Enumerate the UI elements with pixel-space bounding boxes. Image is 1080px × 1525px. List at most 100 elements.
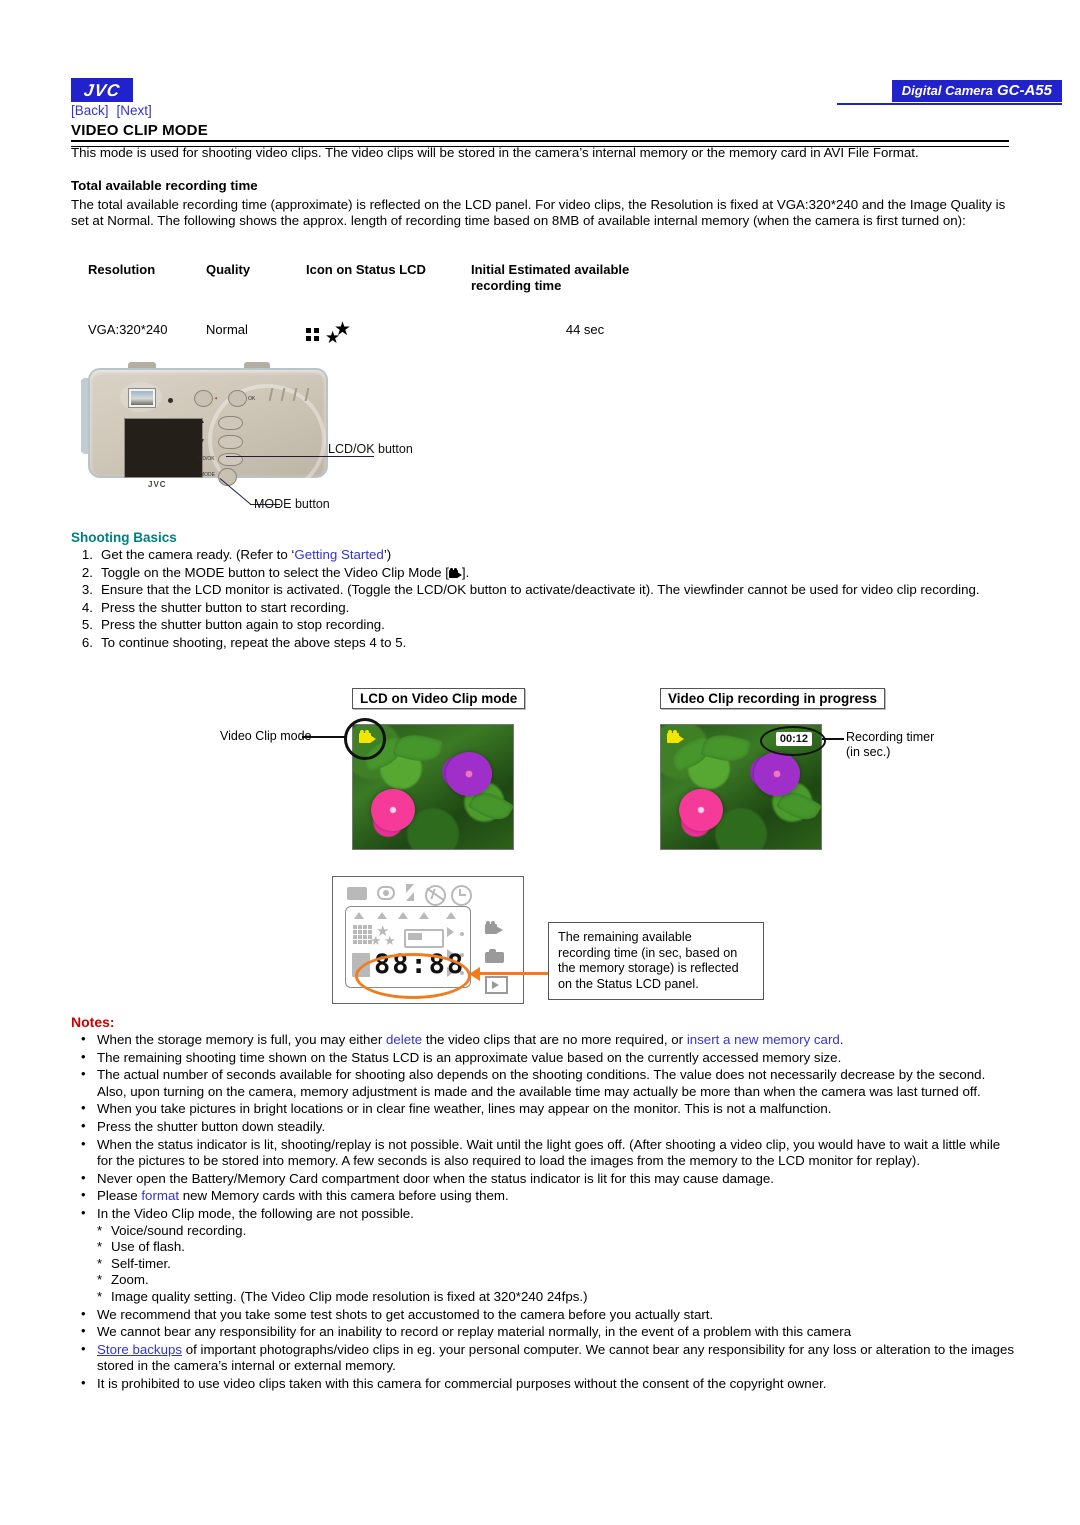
highlight-ellipse-timer [760,726,826,756]
list-item: Use of flash. [97,1239,1016,1256]
note-link[interactable]: delete [386,1032,422,1047]
playback-icon [485,976,508,994]
spec-header-icon: Icon on Status LCD [306,262,426,277]
purple-flower [445,752,492,797]
pointer-triangle [419,912,429,919]
lcd-screens-figure: LCD on Video Clip mode Video Clip record… [220,688,1020,863]
recording-time-section: Total available recording time The total… [71,178,1011,230]
note-text: . [839,1032,844,1047]
list-item: 4. Press the shutter button to start reco… [71,600,1016,617]
step-text-pre: Toggle on the MODE button to select the … [101,564,449,580]
camera-button-down [218,435,243,449]
list-item: When the storage memory is full, you may… [71,1031,1016,1049]
table-row: VGA:320*240 Normal ★ ★ 44 sec [88,319,728,346]
shooting-basics-steps: 1. Get the camera ready. (Refer to ‘Getti… [71,547,1016,651]
note-text: It is prohibited to use video clips take… [97,1375,827,1391]
step-number: 1. [81,547,93,562]
callout-recording-timer-line2: (in sec.) [846,745,891,759]
highlight-circle-mode-icon [344,718,386,760]
back-link[interactable]: [Back] [71,103,109,118]
next-link[interactable]: [Next] [117,103,152,118]
purple-flower [753,752,800,797]
getting-started-link[interactable]: Getting Started [294,547,383,562]
spec-cell-resolution: VGA:320*240 [88,322,168,337]
step-text-pre: Press the shutter button to start record… [101,599,350,615]
list-item: We cannot bear any responsibility for an… [71,1323,1016,1341]
pointer-triangle [354,912,364,919]
step-text-pre: To continue shooting, repeat the above s… [101,634,407,650]
status-lcd-panel: ★ ★ ★ 88:88 [332,876,524,1004]
nav-links: [Back] [Next] [71,103,160,118]
step-text-pre: Get the camera ready. (Refer to ‘ [101,547,295,562]
spec-table: Resolution Quality Icon on Status LCD In… [88,262,728,346]
camera-rear-figure: JVC ✦ OK ▲ ▼ LCD/OK MODE LCD/OK button M… [78,360,498,520]
recording-time-heading: Total available recording time [71,178,258,193]
model-badge-number: GC-A55 [996,82,1052,99]
video-camera-icon [667,730,684,744]
callout-recording-timer-line1: Recording timer [846,730,935,744]
step-text-pre: Ensure that the LCD monitor is activated… [101,582,980,597]
note-text: In the Video Clip mode, the following ar… [97,1205,414,1221]
note-text: The actual number of seconds available f… [97,1067,986,1099]
list-item: It is prohibited to use video clips take… [71,1375,1016,1393]
arrow-head-icon [469,967,480,981]
grid-star-icon: ★ ★ [306,319,356,346]
video-icon [485,921,505,935]
viewfinder-icon [128,388,156,408]
model-badge-prefix: Digital Camera [901,83,993,98]
jvc-logo-text: JVC [82,81,122,100]
star-small-icon: ★ [334,319,352,340]
intro-paragraph: This mode is used for shooting video cli… [71,145,919,160]
list-item: 3. Ensure that the LCD monitor is activat… [71,582,1016,599]
page-title: VIDEO CLIP MODE [71,122,208,139]
step-text-pre: Press the shutter button again to stop r… [101,617,385,632]
list-item: In the Video Clip mode, the following ar… [71,1205,1016,1306]
pointer-triangle [446,912,456,919]
indicator-dot [460,932,464,936]
note-link[interactable]: format [141,1188,179,1203]
status-note-line4: on the Status LCD panel. [558,976,699,991]
camera-button-up [218,416,243,430]
note-text: of important photographs/video clips in … [97,1341,1015,1374]
list-item: Please format new Memory cards with this… [71,1187,1016,1205]
list-item: The remaining shooting time shown on the… [71,1049,1016,1067]
note-link[interactable]: Store backups [97,1342,182,1357]
spec-header-resolution: Resolution [88,262,156,277]
pink-flower [370,789,415,832]
list-item: Voice/sound recording. [97,1223,1016,1240]
callout-recording-timer: Recording timer (in sec.) [846,730,934,760]
pointer-triangle [398,912,408,919]
note-text: the video clips that are no more require… [422,1032,687,1047]
card-icon [347,887,367,900]
step-number: 4. [81,599,93,615]
step-number: 3. [81,582,93,597]
list-item: The actual number of seconds available f… [71,1066,1016,1100]
pointer-triangle-right [447,927,454,937]
list-item: Image quality setting. (The Video Clip m… [97,1289,1016,1306]
note-text: When the storage memory is full, you may… [97,1032,386,1047]
status-indicator-led [168,398,173,403]
list-item: 5. Press the shutter button again to stop… [71,617,1016,634]
battery-icon [404,929,444,948]
highlight-ellipse-segment [355,953,471,999]
star-icon: ★ [384,933,396,948]
status-note-line2: recording time (in sec, based on [558,945,738,960]
spec-cell-quality: Normal [206,322,248,337]
status-lcd-figure: ★ ★ ★ 88:88 The remaining available reco… [332,876,764,1004]
camera-body-brand: JVC [148,480,167,489]
red-eye-icon [377,886,395,900]
leader-line-lcd-ok [226,456,374,457]
star-icon: ★ [370,933,382,948]
spec-cell-icon: ★ ★ [306,319,471,346]
pink-flower [678,789,723,832]
camera-lcd-monitor [124,418,203,478]
note-text: We cannot bear any responsibility for an… [97,1324,852,1340]
model-badge: Digital Camera GC-A55 [891,80,1062,102]
camera-vents [268,388,324,402]
list-item: 6. To continue shooting, repeat the above… [71,635,1016,652]
note-link[interactable]: insert a new memory card [687,1032,840,1047]
jvc-logo: JVC [71,78,133,102]
note-text: The remaining shooting time shown on the… [97,1049,842,1065]
list-item: Self-timer. [97,1256,1016,1273]
step-number: 2. [81,564,93,580]
